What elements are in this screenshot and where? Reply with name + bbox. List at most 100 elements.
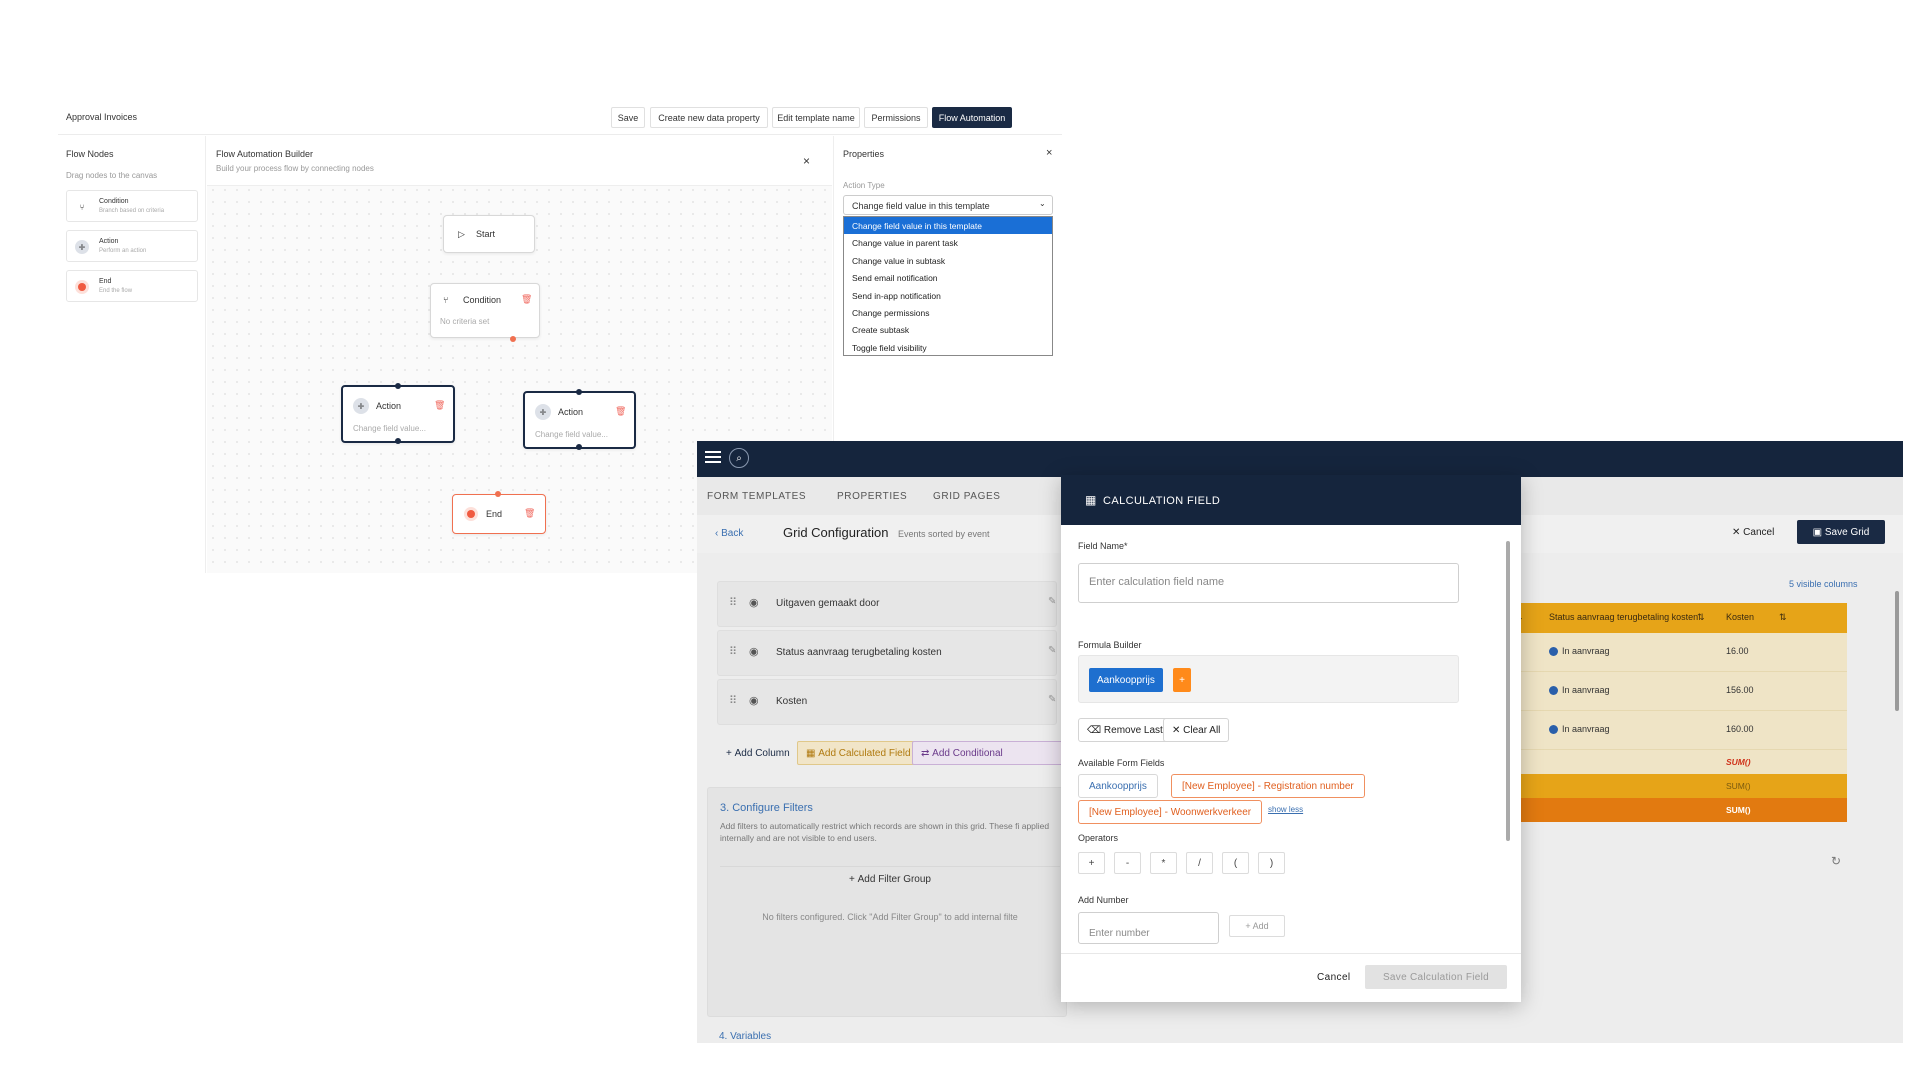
output-handle[interactable] [395, 438, 401, 444]
operator-button[interactable]: ) [1258, 852, 1285, 874]
search-icon[interactable]: ⌕ [729, 448, 749, 468]
output-handle[interactable] [576, 444, 582, 450]
drag-handle-icon[interactable]: ⠿ [729, 645, 737, 658]
column-header[interactable]: Status aanvraag terugbetaling kosten [1549, 612, 1698, 622]
pin-icon[interactable]: ✎ [1048, 645, 1056, 656]
start-node[interactable]: ▷ Start [443, 215, 535, 253]
operator-button[interactable]: * [1150, 852, 1177, 874]
scrollbar[interactable] [1895, 591, 1899, 711]
action-node-card[interactable]: ✛ Action Perform an action [66, 230, 198, 262]
create-data-property-button[interactable]: Create new data property [650, 107, 768, 128]
sort-icon[interactable]: ⇅ [1697, 612, 1705, 623]
tab-grid-pages[interactable]: GRID PAGES [933, 491, 1001, 502]
input-handle[interactable] [495, 491, 501, 497]
close-icon[interactable]: × [803, 154, 810, 168]
pin-icon[interactable]: ✎ [1048, 694, 1056, 705]
column-row[interactable]: ⠿ ◉ Uitgaven gemaakt door ✎ [717, 581, 1057, 627]
add-number-button[interactable]: + Add [1229, 915, 1285, 937]
end-node[interactable]: End 🗑 [452, 491, 546, 534]
permissions-button[interactable]: Permissions [864, 107, 928, 128]
edit-template-name-button[interactable]: Edit template name [772, 107, 860, 128]
add-calculated-field-button[interactable]: ▦ Add Calculated Field [797, 741, 920, 765]
end-node-label: End [486, 509, 503, 519]
action-option[interactable]: Change field value in this template [844, 217, 1052, 235]
modal-footer: Cancel Save Calculation Field [1061, 953, 1521, 1002]
operator-button[interactable]: ( [1222, 852, 1249, 874]
scrollbar-thumb[interactable] [1506, 541, 1510, 841]
add-filter-group-button[interactable]: + Add Filter Group [720, 866, 1060, 892]
input-handle[interactable] [576, 389, 582, 395]
branch-icon: ⑂ [443, 295, 449, 305]
tab-properties[interactable]: PROPERTIES [837, 491, 907, 502]
action-option[interactable]: Toggle field visibility [844, 339, 1052, 356]
status-cell: In aanvraag [1562, 685, 1610, 695]
flow-automation-button[interactable]: Flow Automation [932, 107, 1012, 128]
save-calculation-field-button[interactable]: Save Calculation Field [1365, 965, 1507, 989]
operator-button[interactable]: - [1114, 852, 1141, 874]
number-input[interactable]: Enter number [1078, 912, 1219, 944]
action-type-options[interactable]: Change field value in this template Chan… [843, 216, 1053, 356]
eye-icon[interactable]: ◉ [749, 694, 759, 707]
field-chip[interactable]: [New Employee] - Woonwerkverkeer [1078, 800, 1263, 824]
kosten-cell: 156.00 [1726, 685, 1754, 695]
table-row[interactable]: In aanvraag 16.00 [1509, 633, 1847, 672]
save-grid-button[interactable]: ▣ Save Grid [1797, 520, 1885, 544]
action-option[interactable]: Change value in parent task [844, 234, 1052, 251]
show-less-link[interactable]: show less [1268, 805, 1303, 814]
eye-icon[interactable]: ◉ [749, 596, 759, 609]
table-row[interactable]: De In aanvraag 156.00 [1509, 672, 1847, 711]
cancel-button[interactable]: Cancel [1317, 972, 1351, 983]
plus-icon: + [849, 874, 858, 885]
action-option[interactable]: Send in-app notification [844, 287, 1052, 304]
add-conditional-button[interactable]: ⇄ Add Conditional [912, 741, 1067, 765]
drag-handle-icon[interactable]: ⠿ [729, 694, 737, 707]
condition-node-card[interactable]: ⑂ Condition Branch based on criteria [66, 190, 198, 222]
menu-icon[interactable] [705, 451, 721, 465]
column-row[interactable]: ⠿ ◉ Status aanvraag terugbetaling kosten… [717, 630, 1057, 676]
action-node[interactable]: ✛ Action 🗑 Change field value... [523, 389, 636, 450]
trash-icon[interactable]: 🗑 [524, 508, 535, 519]
back-link[interactable]: ‹ Back [715, 528, 743, 539]
field-name-input[interactable]: Enter calculation field name [1078, 563, 1459, 603]
formula-operator-token[interactable]: + [1173, 668, 1191, 692]
table-row[interactable]: In aanvraag 160.00 [1509, 711, 1847, 750]
formula-token[interactable]: Aankoopprijs [1089, 668, 1163, 692]
cancel-button[interactable]: ✕ Cancel [1732, 527, 1774, 538]
clear-all-button[interactable]: ✕ Clear All [1163, 718, 1230, 742]
action-node-sub: Change field value... [535, 430, 608, 439]
trash-icon[interactable]: 🗑 [521, 294, 532, 305]
trash-icon[interactable]: 🗑 [615, 406, 626, 417]
operator-button[interactable]: / [1186, 852, 1213, 874]
save-button[interactable]: Save [611, 107, 645, 128]
pin-icon[interactable]: ✎ [1048, 596, 1056, 607]
refresh-icon[interactable]: ↻ [1831, 854, 1841, 868]
visible-columns-link[interactable]: 5 visible columns [1789, 579, 1858, 589]
tab-form-templates[interactable]: FORM TEMPLATES [707, 491, 806, 502]
add-column-button[interactable]: + Add Column [717, 741, 799, 765]
input-handle[interactable] [395, 383, 401, 389]
grid-icon: ▦ [1085, 493, 1097, 507]
end-node-card[interactable]: End End the flow [66, 270, 198, 302]
modal-scrollbar[interactable] [1505, 531, 1511, 949]
action-option[interactable]: Change value in subtask [844, 252, 1052, 269]
eye-icon[interactable]: ◉ [749, 645, 759, 658]
remove-last-button[interactable]: ⌫ Remove Last [1078, 718, 1172, 742]
formula-builder[interactable]: Aankoopprijs + [1078, 655, 1459, 703]
filters-description: Add filters to automatically restrict wh… [720, 821, 1050, 843]
column-row[interactable]: ⠿ ◉ Kosten ✎ [717, 679, 1057, 725]
drag-handle-icon[interactable]: ⠿ [729, 596, 737, 609]
column-header[interactable]: Kosten [1726, 612, 1754, 622]
action-option[interactable]: Send email notification [844, 269, 1052, 286]
action-option[interactable]: Change permissions [844, 304, 1052, 321]
action-option[interactable]: Create subtask [844, 321, 1052, 338]
field-chip[interactable]: Aankoopprijs [1078, 774, 1158, 798]
close-icon[interactable]: × [1046, 147, 1052, 159]
output-handle[interactable] [510, 336, 516, 342]
action-type-select[interactable]: Change field value in this template [843, 195, 1053, 215]
condition-node[interactable]: ⑂ Condition 🗑 No criteria set [430, 283, 540, 342]
sort-icon[interactable]: ⇅ [1779, 612, 1787, 623]
field-chip[interactable]: [New Employee] - Registration number [1171, 774, 1365, 798]
trash-icon[interactable]: 🗑 [434, 400, 445, 411]
operator-button[interactable]: + [1078, 852, 1105, 874]
action-node[interactable]: ✛ Action 🗑 Change field value... [341, 383, 455, 444]
